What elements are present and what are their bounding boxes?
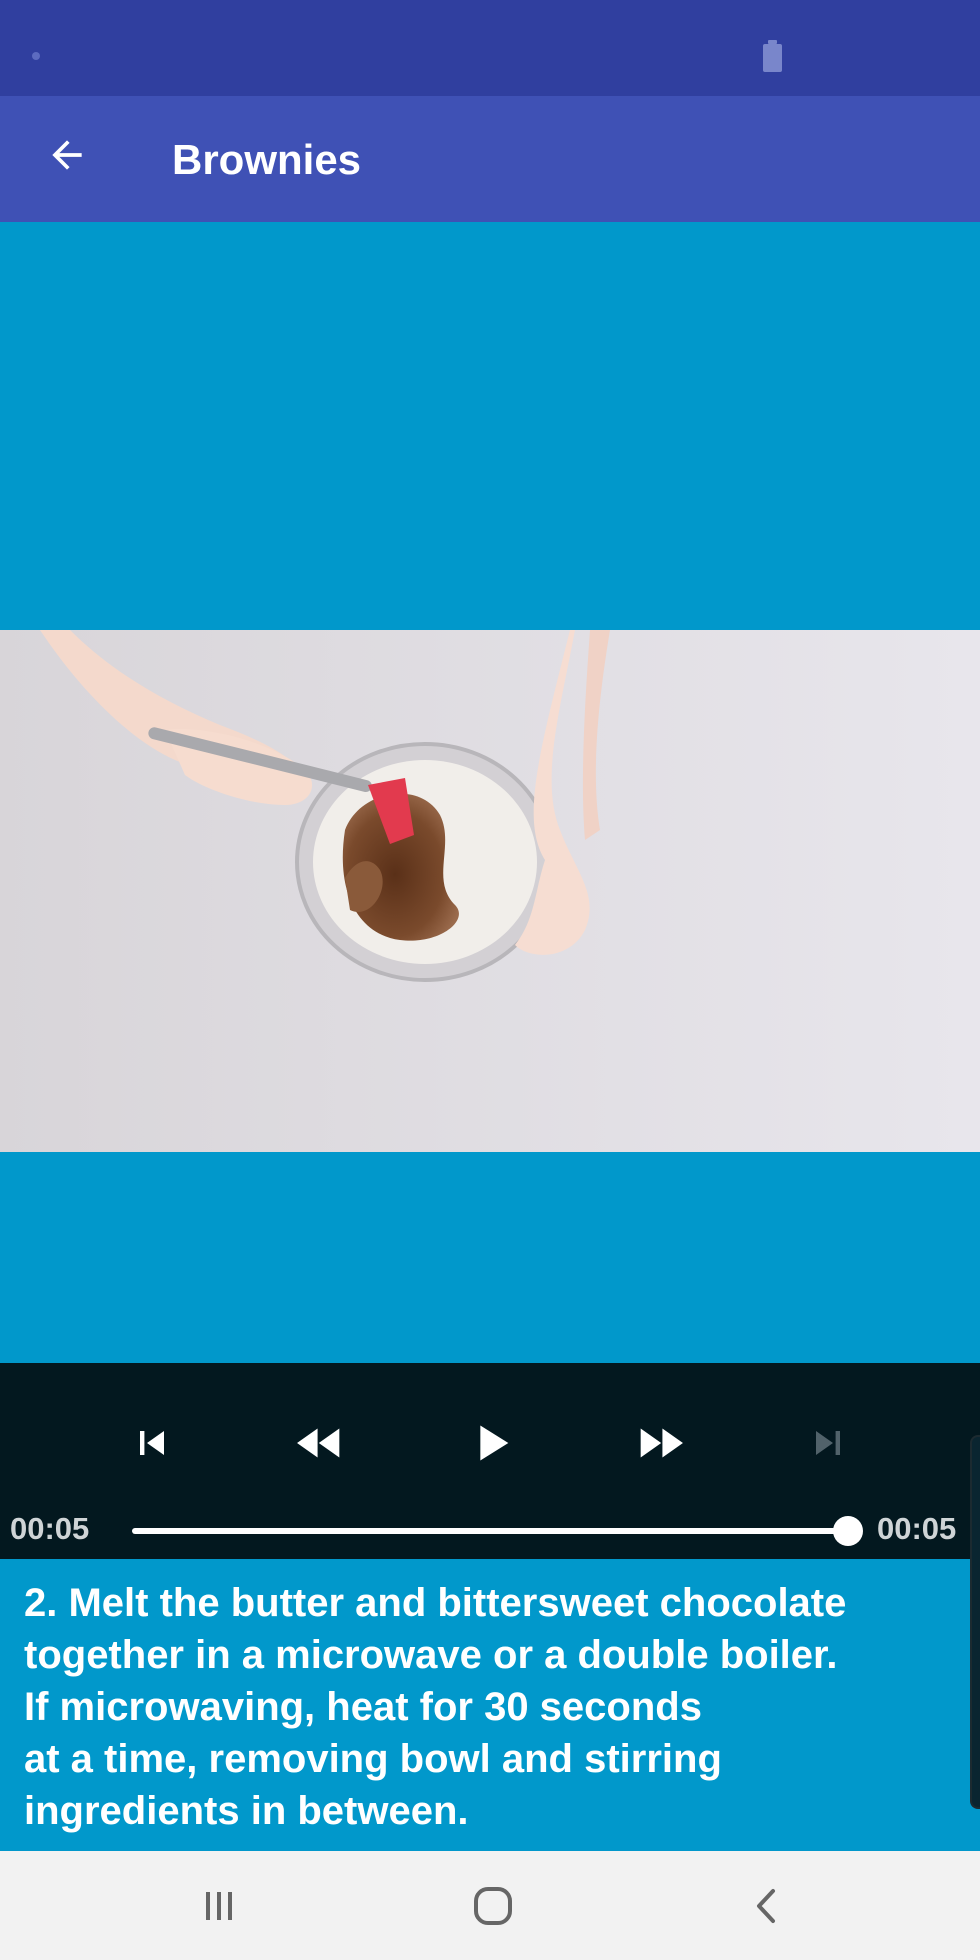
skip-previous-icon bbox=[140, 1431, 164, 1455]
video-frame[interactable] bbox=[0, 630, 980, 1152]
play-icon bbox=[480, 1425, 509, 1461]
notification-dot-icon bbox=[32, 52, 40, 60]
next-button[interactable] bbox=[788, 1403, 868, 1483]
home-icon bbox=[474, 1887, 512, 1925]
arrow-left-icon bbox=[52, 140, 82, 170]
seek-thumb[interactable] bbox=[833, 1516, 863, 1546]
app-bar: Brownies bbox=[0, 96, 980, 222]
previous-button[interactable] bbox=[112, 1403, 192, 1483]
step-caption: 2. Melt the butter and bittersweet choco… bbox=[0, 1559, 980, 1851]
current-time: 00:05 bbox=[10, 1511, 90, 1546]
video-player[interactable] bbox=[0, 222, 980, 1363]
skip-next-icon bbox=[816, 1431, 840, 1455]
page-title: Brownies bbox=[172, 136, 362, 183]
nav-back-button[interactable] bbox=[732, 1871, 802, 1941]
home-button[interactable] bbox=[458, 1871, 528, 1941]
recent-apps-icon bbox=[206, 1892, 232, 1920]
fast-forward-button[interactable] bbox=[620, 1403, 700, 1483]
fast-forward-icon bbox=[640, 1428, 683, 1458]
rewind-icon bbox=[297, 1428, 340, 1458]
system-nav-bar bbox=[0, 1851, 980, 1960]
play-button[interactable] bbox=[452, 1403, 532, 1483]
video-still-image bbox=[0, 630, 980, 1152]
rewind-button[interactable] bbox=[280, 1403, 360, 1483]
duration-time: 00:05 bbox=[877, 1511, 957, 1546]
chevron-left-icon bbox=[757, 1889, 775, 1923]
battery-icon bbox=[763, 40, 782, 72]
step-instruction-text: 2. Melt the butter and bittersweet choco… bbox=[24, 1581, 847, 1833]
edge-panel-handle[interactable] bbox=[970, 1435, 980, 1809]
back-button[interactable] bbox=[38, 126, 96, 184]
seek-bar[interactable] bbox=[132, 1528, 848, 1534]
recent-apps-button[interactable] bbox=[184, 1871, 254, 1941]
playback-controls: 00:05 00:05 bbox=[0, 1363, 980, 1559]
status-bar bbox=[0, 0, 980, 96]
